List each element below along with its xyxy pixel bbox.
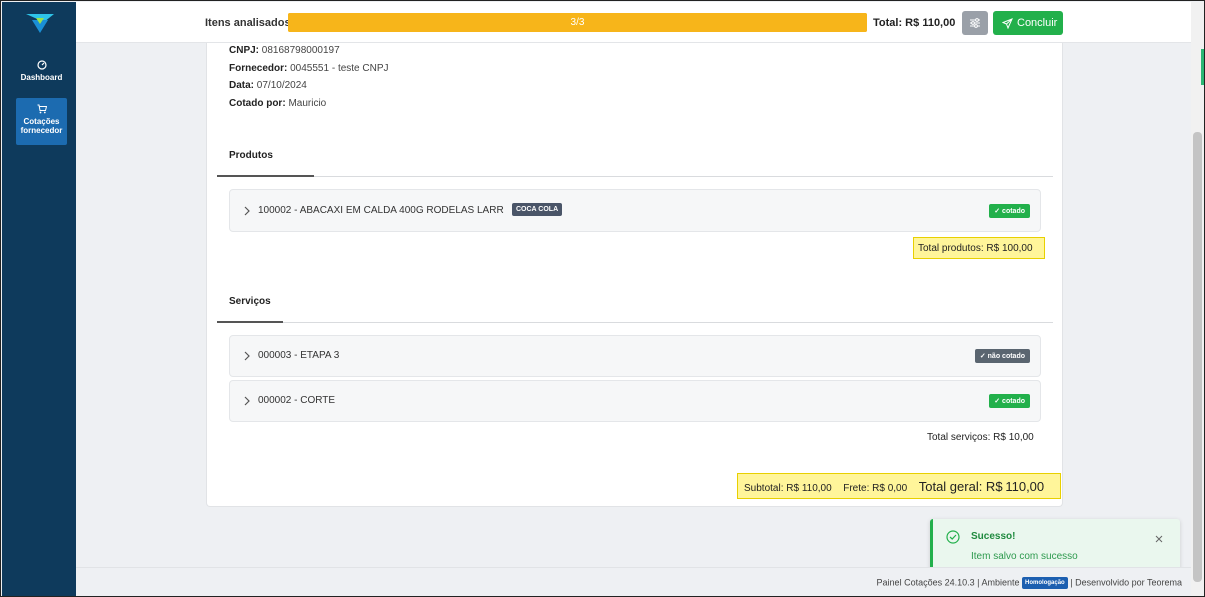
cart-icon [37, 104, 47, 114]
info-data: Data: 07/10/2024 [229, 80, 307, 91]
chevron-right-icon [244, 351, 250, 361]
send-icon [1002, 18, 1013, 29]
produtos-total: Total produtos: R$ 100,00 [913, 237, 1045, 259]
total-geral-label: Total geral: R$ [918, 479, 1003, 494]
app-window: Dashboard Cotações fornecedor Itens anal… [0, 0, 1205, 597]
progress-label: Itens analisados [205, 17, 291, 29]
data-label: Data: [229, 80, 255, 91]
brand-logo-icon[interactable] [26, 12, 54, 34]
cnpj-label: CNPJ: [229, 45, 260, 56]
footer-env-label: Ambiente [981, 577, 1020, 588]
subtotal-label: Subtotal: R$ [744, 483, 800, 494]
header-bar: Itens analisados 3/3 Total: R$ 110,00 Co… [76, 2, 1191, 43]
quotation-card: CNPJ: 08168798000197 Fornecedor: 0045551… [206, 43, 1063, 507]
status-badge: ✓ cotado [989, 394, 1030, 408]
check-circle-icon [946, 530, 960, 544]
fornecedor-value: 0045551 - teste CNPJ [290, 63, 389, 74]
status-text: cotado [1002, 398, 1025, 405]
sidebar-item-label: Dashboard [20, 73, 63, 82]
cotado-label: Cotado por: [229, 98, 286, 109]
total-geral-value: 110,00 [1005, 479, 1045, 494]
check-icon: ✓ [979, 353, 988, 360]
progress-bar: 3/3 [288, 13, 867, 32]
scrollbar[interactable] [1191, 2, 1204, 596]
scroll-accent [1201, 49, 1204, 85]
frete-value: 0,00 [887, 483, 908, 494]
info-fornecedor: Fornecedor: 0045551 - teste CNPJ [229, 63, 389, 74]
divider [217, 176, 1053, 177]
divider [217, 322, 1053, 323]
servicos-total: Total serviços: R$ 10,00 [927, 432, 1034, 443]
product-row[interactable]: 100002 - ABACAXI EM CALDA 400G RODELAS L… [229, 189, 1041, 232]
service-row[interactable]: 000002 - CORTE ✓ cotado [229, 380, 1041, 422]
footer-sep: | [1070, 577, 1073, 588]
service-row[interactable]: 000003 - ETAPA 3 ✓ não cotado [229, 335, 1041, 377]
check-icon: ✓ [994, 208, 1003, 215]
dashboard-icon [36, 60, 47, 70]
chevron-right-icon [244, 206, 250, 215]
check-icon: ✓ [994, 398, 1003, 405]
header-total-label: Total: R$ [873, 17, 920, 29]
tab-produtos[interactable]: Produtos [229, 150, 273, 161]
header-total-value: 110,00 [922, 17, 956, 29]
service-label: 000002 - CORTE [258, 395, 336, 406]
sliders-icon [970, 18, 980, 28]
sidebar-item-dashboard[interactable]: Dashboard [16, 60, 67, 90]
sidebar-item-label-line2: fornecedor [20, 126, 63, 135]
produtos-total-value: 100,00 [1001, 243, 1033, 254]
info-cnpj: CNPJ: 08168798000197 [229, 45, 340, 56]
tab-active-indicator [217, 321, 283, 323]
footer-version: Painel Cotações 24.10.3 [876, 577, 975, 588]
footer-text: Painel Cotações 24.10.3 | Ambiente Homol… [877, 577, 1182, 589]
toast-message: Item salvo com sucesso [971, 551, 1078, 562]
footer-sep: | [977, 577, 980, 588]
header-total: Total: R$ 110,00 [873, 17, 955, 29]
scrollbar-thumb[interactable] [1193, 132, 1202, 582]
success-toast: Sucesso! Item salvo com sucesso [930, 519, 1180, 574]
servicos-total-value: 10,00 [1008, 432, 1034, 443]
summary-totals: Subtotal: R$ 110,00 Frete: R$ 0,00 Total… [737, 473, 1061, 499]
footer-dev: Desenvolvido por Teorema [1075, 577, 1182, 588]
status-badge: ✓ cotado [989, 204, 1030, 218]
subtotal-value: 110,00 [801, 483, 832, 494]
toast-title: Sucesso! [971, 531, 1016, 542]
sidebar-item-label-line1: Cotações [23, 117, 60, 126]
sidebar-item-cotacoes-fornecedor[interactable]: Cotações fornecedor [16, 98, 67, 145]
product-label: 100002 - ABACAXI EM CALDA 400G RODELAS L… [258, 205, 504, 216]
data-value: 07/10/2024 [256, 80, 307, 91]
chevron-right-icon [244, 396, 250, 406]
status-text: cotado [1002, 208, 1025, 215]
tab-servicos[interactable]: Serviços [229, 296, 271, 307]
produtos-total-label: Total produtos: R$ [918, 243, 1000, 254]
fornecedor-label: Fornecedor: [229, 63, 288, 74]
cnpj-value: 08168798000197 [261, 45, 340, 56]
progress-text: 3/3 [570, 17, 585, 28]
service-label: 000003 - ETAPA 3 [258, 350, 340, 361]
footer: Painel Cotações 24.10.3 | Ambiente Homol… [76, 567, 1191, 596]
concluir-label: Concluir [1017, 17, 1058, 29]
concluir-button[interactable]: Concluir [993, 11, 1063, 35]
servicos-total-label: Total serviços: R$ [927, 432, 1006, 443]
sidebar: Dashboard Cotações fornecedor [2, 2, 76, 596]
info-cotado: Cotado por: Mauricio [229, 98, 326, 109]
close-icon[interactable] [1155, 535, 1163, 543]
env-badge: Homologação [1022, 577, 1068, 589]
tab-active-indicator [217, 175, 314, 177]
status-badge: ✓ não cotado [974, 349, 1030, 363]
filter-button[interactable] [962, 11, 988, 35]
status-text: não cotado [987, 353, 1025, 360]
cotado-value: Mauricio [288, 98, 327, 109]
supplier-tag: COCA COLA [512, 203, 563, 216]
frete-label: Frete: R$ [843, 483, 885, 494]
